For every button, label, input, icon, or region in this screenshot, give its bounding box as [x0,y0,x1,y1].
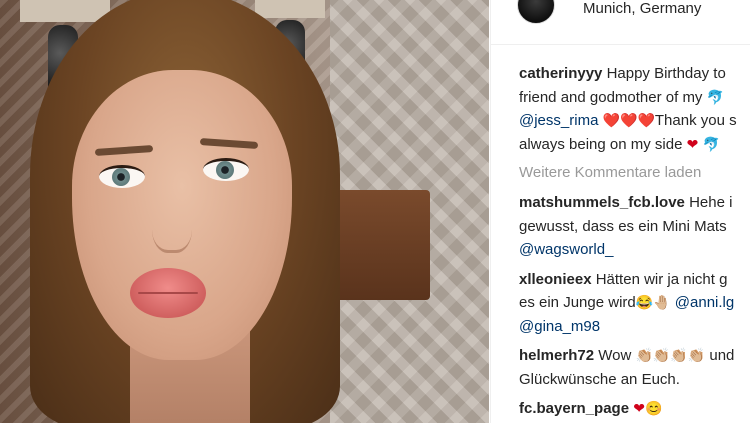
post-header: Munich, Germany [491,0,750,45]
comments-panel: Munich, Germany catherinyyy Happy Birthd… [490,0,750,423]
post-photo[interactable] [0,0,489,423]
comment-line: fc.bayern_page ❤😊 [519,397,750,421]
comment-line: @gina_m98 [519,315,750,339]
comment-mention[interactable]: @anni.lg [675,294,734,311]
comment-username[interactable]: helmerh72 [519,347,594,364]
comment-text: Hehe i [689,194,733,211]
nose [152,195,192,253]
comment-list: catherinyyy Happy Birthday to friend and… [519,62,750,421]
avatar[interactable] [517,0,555,24]
comment-text: Glückwünsche an Euch. [519,370,680,388]
raised-hand-emoji: 🤚🏼 [653,294,671,310]
comment-line: Glückwünsche an Euch. [519,368,750,392]
comment-text: gewusst, dass es ein Mini Mats [519,217,727,235]
caption-text: Thank you s [654,112,737,129]
eye-right [203,158,249,181]
eye-left [99,165,145,188]
comment-line: gewusst, dass es ein Mini Mats [519,215,750,239]
comment-mention[interactable]: @gina_m98 [519,318,600,335]
dolphin-emoji: 🐬 [706,88,725,105]
caption-line-4: always being on my side ❤ 🐬 [519,133,750,157]
caption-text: Happy Birthday to [606,65,726,82]
clapping-emoji: 👏🏼👏🏼👏🏼👏🏼 [635,347,706,363]
heart-emoji: ❤ [686,135,699,152]
location-link[interactable]: Munich, Germany [583,0,701,18]
comment-line: helmerh72 Wow 👏🏼👏🏼👏🏼👏🏼 und [519,344,750,368]
caption-username[interactable]: catherinyyy [519,65,602,82]
caption-text: always being on my side [519,135,683,153]
comment-line: @wagsworld_ [519,238,750,262]
iris-left [112,168,130,186]
dolphin-emoji: 🐬 [702,135,720,152]
caption-line-3: @jess_rima ❤️❤️❤️Thank you s [519,109,750,133]
caption-mention[interactable]: @jess_rima [519,112,598,129]
laughing-emoji: 😂 [635,294,654,310]
comment-text: es ein Junge wird [519,294,636,311]
lip-line [138,292,198,294]
heart-emoji: ❤ [633,400,645,416]
caption-text: friend and godmother of my [519,88,703,106]
iris-right [216,161,234,179]
comment-line: matshummels_fcb.love Hehe i [519,191,750,215]
smiley-emoji: 😊 [644,400,663,416]
comment-username[interactable]: fc.bayern_page [519,400,629,417]
comment-username[interactable]: matshummels_fcb.love [519,194,685,211]
comment-username[interactable]: xlleonieex [519,271,592,288]
comment-mention[interactable]: @wagsworld_ [519,241,613,258]
caption-line-2: friend and godmother of my 🐬 [519,86,750,110]
caption-line-1: catherinyyy Happy Birthday to [519,62,750,86]
lamp-shade-left [20,0,110,22]
lamp-shade-right [255,0,325,18]
comment-text: Wow [598,347,632,364]
load-more-comments-link[interactable]: Weitere Kommentare laden [519,161,750,184]
hearts-emoji: ❤️❤️❤️ [602,112,655,128]
comment-line: es ein Junge wird😂🤚🏼 @anni.lg [519,291,750,315]
comment-text: Hätten wir ja nicht g [595,270,728,288]
comment-line: xlleonieex Hätten wir ja nicht g [519,268,750,292]
comment-text: und [709,347,735,364]
